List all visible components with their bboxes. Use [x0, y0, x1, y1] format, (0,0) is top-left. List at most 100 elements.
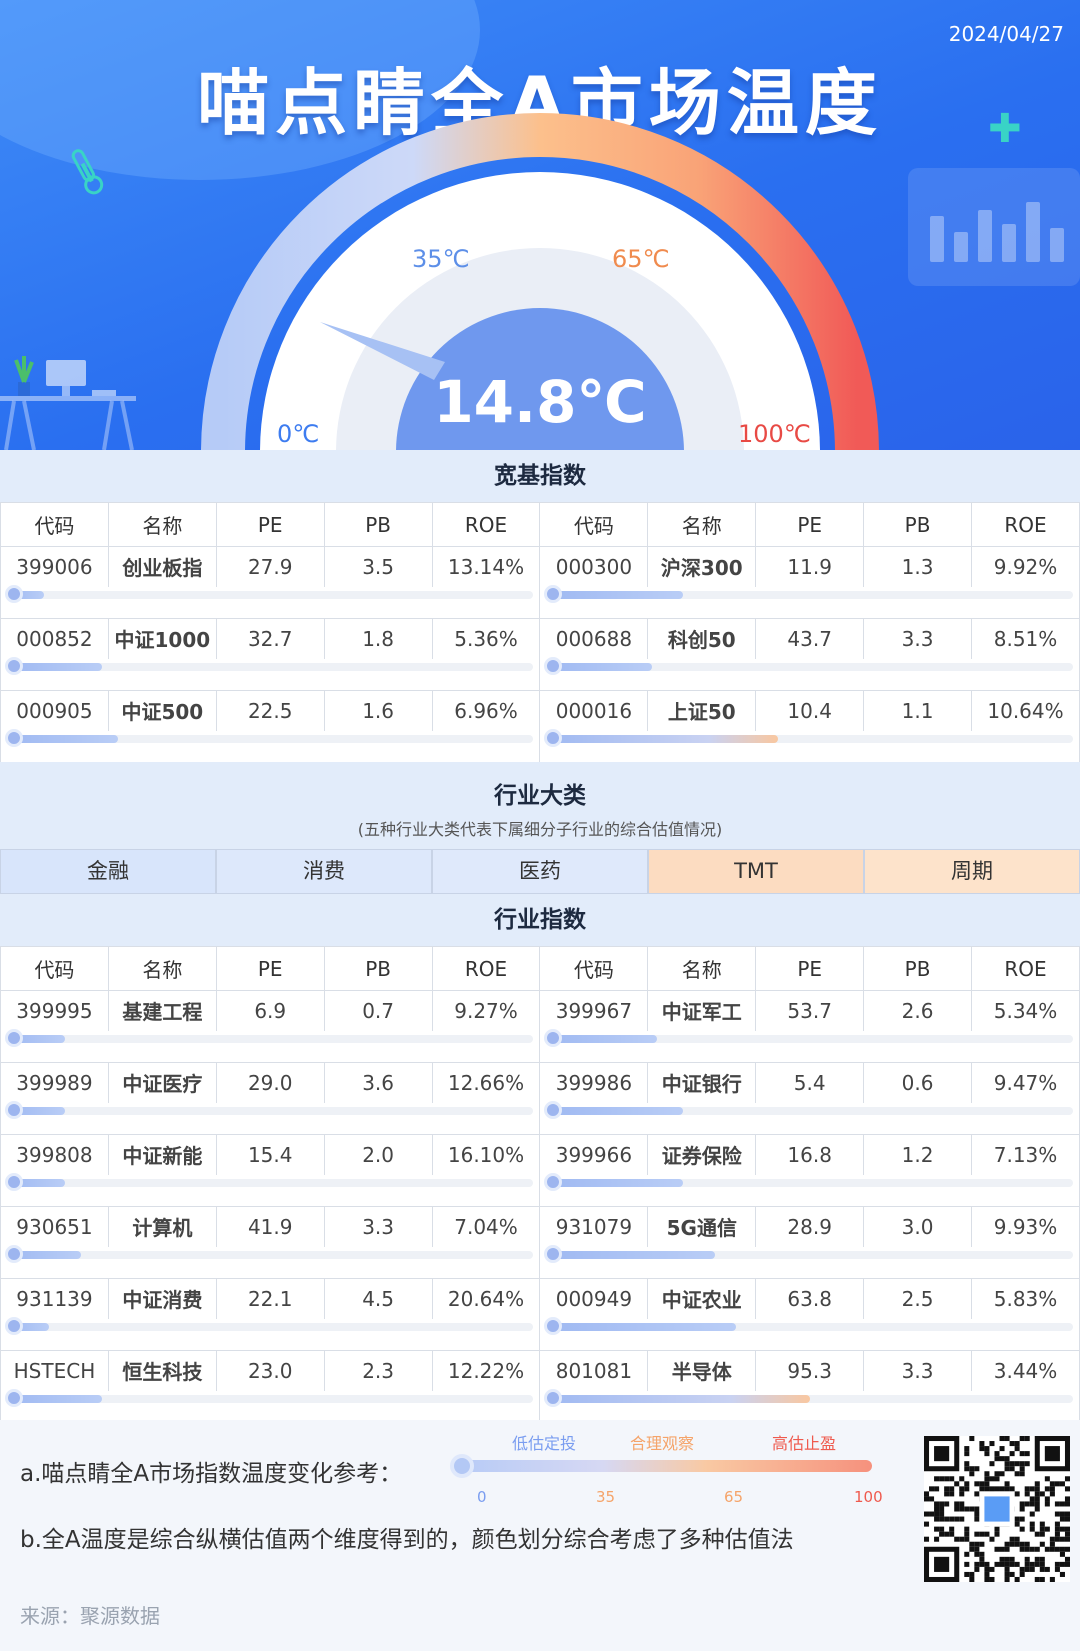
- table-row: 399989 中证医疗 29.0 3.6 12.66% 399986 中证银行 5.4 0.6 9…: [0, 1062, 1080, 1103]
- cell-code: 931079: [539, 1206, 649, 1247]
- legend-gradient-bar: [458, 1460, 872, 1472]
- cell-pb: 4.5: [323, 1278, 433, 1319]
- cell-pb: 0.7: [323, 990, 433, 1031]
- legend-knob: [450, 1454, 474, 1478]
- temperature-knob: [544, 1316, 563, 1335]
- temperature-fill: [546, 734, 779, 743]
- cell-pe: 29.0: [215, 1062, 325, 1103]
- cell-code: 931139: [0, 1278, 109, 1319]
- cell-code: 000688: [539, 618, 649, 659]
- cell-roe: 9.47%: [971, 1062, 1080, 1103]
- temperature-track: [544, 1172, 1073, 1191]
- cell-pb: 2.6: [863, 990, 973, 1031]
- cell-roe: 6.96%: [431, 690, 541, 731]
- cell-roe: 20.64%: [431, 1278, 541, 1319]
- column-header: ROE: [971, 946, 1080, 991]
- cell-code: 000905: [0, 690, 109, 731]
- cell-pe: 6.9: [215, 990, 325, 1031]
- temperature-track: [5, 1100, 534, 1119]
- broad-index-title: 宽基指数: [0, 450, 1080, 502]
- cell-name: 创业板指: [107, 546, 217, 587]
- temperature-knob: [544, 1028, 563, 1047]
- cell-roe: 9.27%: [431, 990, 541, 1031]
- temperature-knob: [5, 728, 23, 747]
- cell-name: 上证50: [647, 690, 757, 731]
- cell-pb: 1.1: [863, 690, 973, 731]
- category-tab-3[interactable]: TMT: [648, 849, 864, 894]
- table-header-row: 代码 名称 PE PB ROE 代码 名称 PE PB ROE: [0, 502, 1080, 547]
- cell-pe: 28.9: [755, 1206, 865, 1247]
- temperature-bar-row: [0, 584, 1080, 619]
- cell-pe: 53.7: [755, 990, 865, 1031]
- industry-category-subtitle: (五种行业大类代表下属细分子行业的综合估值情况): [357, 820, 723, 839]
- column-header: PB: [863, 502, 973, 547]
- qr-code[interactable]: [924, 1436, 1070, 1582]
- temperature-bar-cell: [539, 728, 1080, 763]
- temperature-bar-cell: [539, 1100, 1080, 1135]
- category-tab-0[interactable]: 金融: [0, 849, 216, 894]
- category-tab-4[interactable]: 周期: [864, 849, 1080, 894]
- cell-roe: 5.34%: [971, 990, 1080, 1031]
- footer: a.喵点睛全A市场指数温度变化参考： b.全A温度是综合纵横估值两个维度得到的，…: [0, 1420, 1080, 1651]
- temperature-bar-cell: [539, 656, 1080, 691]
- legend-tick-100: 100: [854, 1488, 883, 1506]
- cell-pe: 63.8: [755, 1278, 865, 1319]
- temperature-knob: [5, 1244, 23, 1263]
- cell-roe: 7.04%: [431, 1206, 541, 1247]
- cell-code: 399986: [539, 1062, 649, 1103]
- cell-pb: 1.3: [863, 546, 973, 587]
- category-tab-1[interactable]: 消费: [216, 849, 432, 894]
- cell-pb: 0.6: [863, 1062, 973, 1103]
- cell-roe: 5.36%: [431, 618, 541, 659]
- temperature-track: [5, 1244, 534, 1263]
- temperature-track: [544, 1316, 1073, 1335]
- column-header: PB: [863, 946, 973, 991]
- legend-tick-65: 65: [724, 1488, 744, 1506]
- category-tab-2[interactable]: 医药: [432, 849, 648, 894]
- cell-pe: 23.0: [215, 1350, 325, 1391]
- cell-code: 399808: [0, 1134, 109, 1175]
- gauge-label-0: 0℃: [277, 420, 320, 448]
- cell-code: 930651: [0, 1206, 109, 1247]
- temperature-bar-cell: [0, 1316, 541, 1351]
- cell-code: 399966: [539, 1134, 649, 1175]
- column-header: 名称: [647, 946, 757, 991]
- table-header-row: 代码 名称 PE PB ROE 代码 名称 PE PB ROE: [0, 946, 1080, 991]
- column-header: ROE: [971, 502, 1080, 547]
- temperature-bar-cell: [539, 1244, 1080, 1279]
- cell-pb: 2.0: [323, 1134, 433, 1175]
- cell-name: 中证500: [107, 690, 217, 731]
- gauge-label-65: 65℃: [612, 245, 670, 273]
- temperature-fill: [546, 1178, 684, 1187]
- cell-roe: 9.92%: [971, 546, 1080, 587]
- cell-roe: 5.83%: [971, 1278, 1080, 1319]
- temperature-knob: [5, 656, 23, 675]
- table-row: 399808 中证新能 15.4 2.0 16.10% 399966 证券保险 16.8 1.2…: [0, 1134, 1080, 1175]
- cell-roe: 7.13%: [971, 1134, 1080, 1175]
- column-header: 代码: [539, 502, 649, 547]
- cell-pe: 22.5: [215, 690, 325, 731]
- cell-pe: 32.7: [215, 618, 325, 659]
- temperature-knob: [544, 728, 563, 747]
- market-temperature: 14.8℃: [433, 368, 647, 436]
- temperature-track: [5, 1028, 534, 1047]
- column-header: ROE: [431, 502, 541, 547]
- cell-pe: 41.9: [215, 1206, 325, 1247]
- column-header: 名称: [107, 502, 217, 547]
- cell-name: 5G通信: [647, 1206, 757, 1247]
- column-header: PE: [755, 946, 865, 991]
- cell-pe: 43.7: [755, 618, 865, 659]
- temperature-track: [544, 1388, 1073, 1407]
- temperature-bar-cell: [0, 1172, 541, 1207]
- table-row: 399006 创业板指 27.9 3.5 13.14% 000300 沪深300 11.9 1.…: [0, 546, 1080, 587]
- cell-roe: 9.93%: [971, 1206, 1080, 1247]
- cell-pe: 16.8: [755, 1134, 865, 1175]
- cell-roe: 3.44%: [971, 1350, 1080, 1391]
- industry-category-tabs: 金融 消费 医药 TMT 周期: [0, 849, 1080, 894]
- broad-index-table: 代码 名称 PE PB ROE 代码 名称 PE PB ROE 399006 创业板指 27.9 3.5 1…: [0, 502, 1080, 763]
- cell-code: 399989: [0, 1062, 109, 1103]
- cell-pb: 1.2: [863, 1134, 973, 1175]
- column-header: 代码: [0, 502, 109, 547]
- cell-name: 中证医疗: [107, 1062, 217, 1103]
- cell-code: 000949: [539, 1278, 649, 1319]
